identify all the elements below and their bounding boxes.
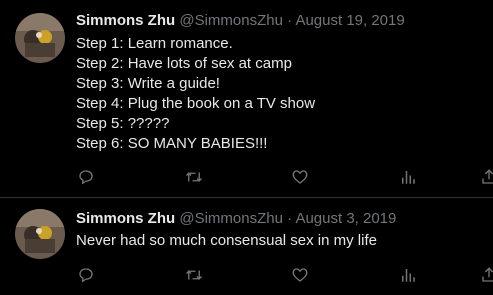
reply-button[interactable] bbox=[76, 265, 96, 285]
retweet-button[interactable] bbox=[184, 167, 204, 187]
share-icon bbox=[482, 169, 493, 184]
tweet-text-line: Never had so much consensual sex in my l… bbox=[76, 232, 377, 249]
like-icon bbox=[292, 268, 308, 282]
tweet-text-line: Step 1: Learn romance. bbox=[76, 35, 233, 52]
tweet-header: Simmons Zhu @SimmonsZhu · August 19, 201… bbox=[76, 11, 405, 31]
retweet-icon bbox=[186, 172, 202, 182]
retweet-button[interactable] bbox=[184, 265, 204, 285]
author-name[interactable]: Simmons Zhu bbox=[76, 210, 175, 227]
tweet-date[interactable]: August 3, 2019 bbox=[295, 210, 396, 227]
tweet-text: Never had so much consensual sex in my l… bbox=[76, 231, 486, 251]
like-icon bbox=[292, 170, 308, 184]
tweet-actions bbox=[0, 265, 493, 285]
timeline: Simmons Zhu @SimmonsZhu · August 19, 201… bbox=[0, 0, 493, 295]
avatar-image bbox=[15, 13, 65, 63]
like-button[interactable] bbox=[290, 265, 310, 285]
avatar[interactable] bbox=[15, 209, 65, 259]
views-button[interactable] bbox=[398, 265, 418, 285]
meta-separator: · bbox=[287, 210, 293, 227]
author-handle[interactable]: @SimmonsZhu bbox=[179, 210, 283, 227]
share-icon bbox=[482, 267, 493, 282]
share-button[interactable] bbox=[479, 167, 493, 187]
tweet-text-line: Step 6: SO MANY BABIES!!! bbox=[76, 135, 268, 152]
reply-icon bbox=[79, 268, 93, 283]
tweet-header: Simmons Zhu @SimmonsZhu · August 3, 2019 bbox=[76, 209, 396, 229]
tweet-text-line: Step 3: Write a guide! bbox=[76, 75, 220, 92]
author-name[interactable]: Simmons Zhu bbox=[76, 12, 175, 29]
tweet-text-line: Step 5: ????? bbox=[76, 115, 170, 132]
share-button[interactable] bbox=[479, 265, 493, 285]
avatar[interactable] bbox=[15, 13, 65, 63]
tweet[interactable]: Simmons Zhu @SimmonsZhu · August 3, 2019… bbox=[0, 198, 493, 295]
reply-button[interactable] bbox=[76, 167, 96, 187]
meta-separator: · bbox=[287, 12, 293, 29]
reply-icon bbox=[79, 170, 93, 185]
tweet-text-line: Step 4: Plug the book on a TV show bbox=[76, 95, 316, 112]
views-icon bbox=[402, 171, 415, 184]
retweet-icon bbox=[186, 270, 202, 280]
like-button[interactable] bbox=[290, 167, 310, 187]
tweet-text: Step 1: Learn romance. Step 2: Have lots… bbox=[76, 34, 486, 154]
views-button[interactable] bbox=[398, 167, 418, 187]
tweet-text-line: Step 2: Have lots of sex at camp bbox=[76, 55, 292, 72]
tweet[interactable]: Simmons Zhu @SimmonsZhu · August 19, 201… bbox=[0, 0, 493, 197]
author-handle[interactable]: @SimmonsZhu bbox=[179, 12, 283, 29]
avatar-image bbox=[15, 209, 65, 259]
views-icon bbox=[402, 269, 415, 282]
tweet-actions bbox=[0, 167, 493, 187]
tweet-date[interactable]: August 19, 2019 bbox=[295, 12, 404, 29]
